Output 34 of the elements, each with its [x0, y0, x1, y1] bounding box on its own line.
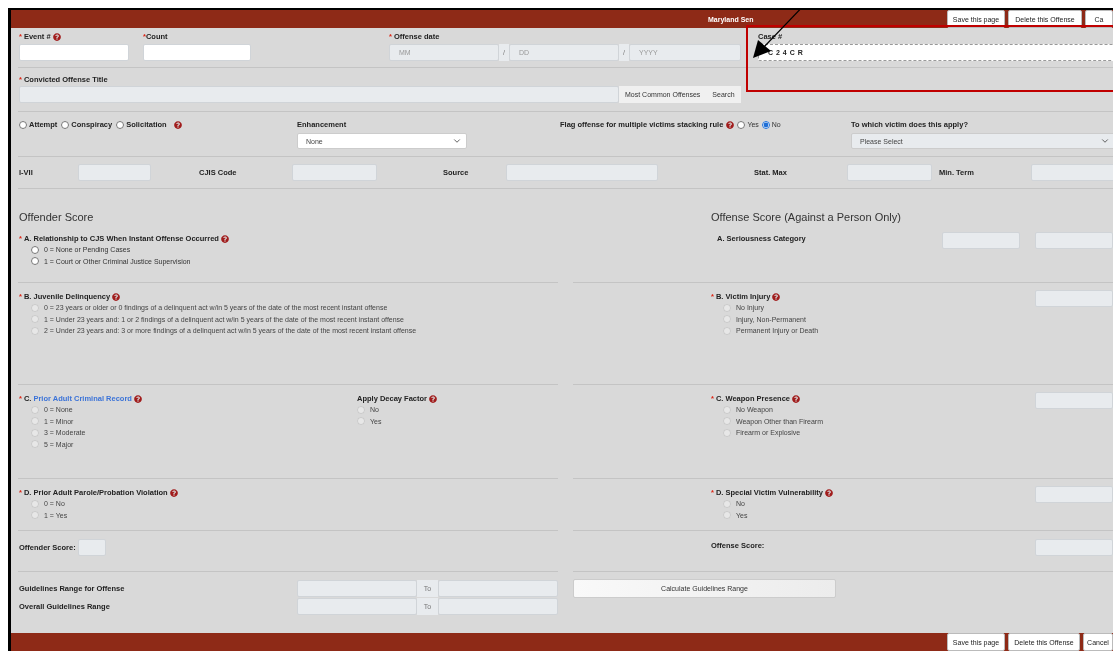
radio-button[interactable]: [61, 120, 70, 129]
code-field[interactable]: [292, 164, 377, 181]
score-field[interactable]: [1035, 392, 1113, 409]
chevron-down-icon: [452, 136, 462, 146]
help-icon[interactable]: [726, 120, 735, 129]
offender-score-field[interactable]: [77, 539, 106, 556]
score-field[interactable]: [1035, 486, 1113, 503]
score-field[interactable]: [942, 232, 1020, 249]
event-field[interactable]: [19, 44, 129, 61]
range-field[interactable]: [438, 598, 558, 615]
radio-button[interactable]: [116, 120, 125, 129]
offense-title-field[interactable]: [19, 86, 619, 103]
code-field[interactable]: [506, 164, 658, 181]
count-field[interactable]: [143, 44, 251, 61]
score-field[interactable]: [1035, 290, 1113, 307]
radio-button[interactable]: [31, 257, 39, 266]
code-field[interactable]: [847, 164, 932, 181]
section-heading: Offense Score (Against a Person Only): [711, 211, 901, 223]
score-field[interactable]: [1035, 232, 1113, 249]
help-icon[interactable]: [220, 234, 229, 243]
help-icon[interactable]: [52, 32, 61, 41]
radio-button[interactable]: [737, 120, 746, 129]
range-field[interactable]: [297, 598, 417, 615]
radio-button[interactable]: [761, 120, 770, 129]
range-field[interactable]: [438, 580, 558, 597]
code-field[interactable]: [1031, 164, 1113, 181]
range-field[interactable]: [297, 580, 417, 597]
offense-score-field[interactable]: [1035, 539, 1113, 556]
code-field[interactable]: [78, 164, 151, 181]
radio-button[interactable]: [19, 120, 27, 129]
help-icon[interactable]: [173, 120, 182, 129]
radio-button[interactable]: [31, 245, 39, 254]
chevron-down-icon: [1100, 136, 1110, 146]
section-heading: Offender Score: [19, 211, 94, 223]
